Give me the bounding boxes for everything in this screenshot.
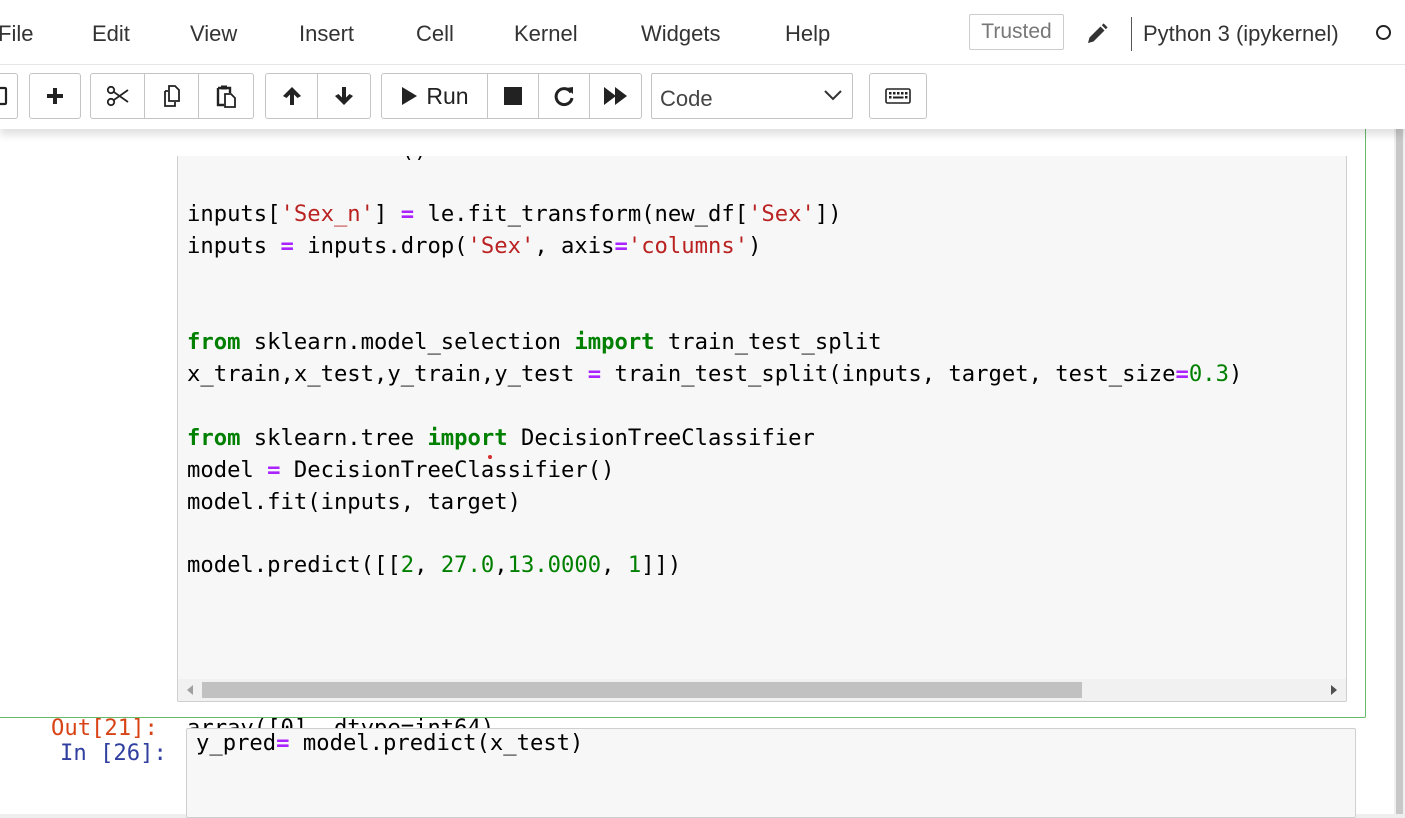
horizontal-scrollbar-thumb[interactable] (202, 682, 1082, 698)
run-button-label: Run (426, 82, 469, 109)
save-icon (0, 86, 7, 106)
code-line: model.fit(inputs, target) (187, 489, 521, 515)
code-line: () (187, 156, 428, 166)
horizontal-scrollbar[interactable] (178, 679, 1346, 701)
code-line: model = DecisionTreeClassifier() (187, 457, 615, 483)
command-palette-button[interactable] (869, 73, 927, 119)
code-line: x_train,x_test,y_train,y_test = train_te… (187, 361, 1243, 387)
menu-cell[interactable]: Cell (416, 21, 454, 47)
restart-icon (554, 87, 574, 107)
mouse-cursor-dot (488, 455, 492, 459)
code-line: y_pred= model.predict(x_test) (196, 730, 584, 756)
cell-input-area[interactable]: y_pred= model.predict(x_test) (186, 728, 1356, 818)
stop-icon (504, 87, 522, 105)
chevron-down-icon (824, 90, 842, 101)
cell-type-value: Code (660, 86, 713, 111)
vertical-scrollbar[interactable] (1394, 129, 1405, 814)
kernel-idle-circle-icon (1376, 25, 1391, 40)
play-icon (402, 87, 418, 105)
menu-file[interactable]: File (0, 21, 33, 47)
output-prompt: Out[21]: (51, 715, 158, 741)
cell-input-area[interactable]: () inputs['Sex_n'] = le.fit_transform(ne… (177, 156, 1347, 702)
move-down-button[interactable] (318, 73, 371, 119)
input-prompt: In [26]: (60, 740, 167, 766)
plus-icon (47, 88, 63, 104)
kernel-separator (1131, 17, 1132, 51)
fast-forward-icon (603, 87, 627, 105)
pencil-icon[interactable] (1085, 22, 1109, 46)
menu-view[interactable]: View (190, 21, 237, 47)
scroll-right-arrow-icon[interactable] (1330, 685, 1338, 695)
trusted-button[interactable]: Trusted (969, 14, 1064, 50)
kernel-name[interactable]: Python 3 (ipykernel) (1143, 21, 1339, 47)
code-line: model.predict([[2, 27.0,13.0000, 1]]) (187, 552, 682, 578)
run-button[interactable]: Run (381, 73, 488, 119)
menu-kernel[interactable]: Kernel (514, 21, 578, 47)
toolbar: Run Code (0, 65, 1405, 129)
copy-button[interactable] (145, 73, 199, 119)
menu-edit[interactable]: Edit (92, 21, 130, 47)
restart-kernel-button[interactable] (539, 73, 590, 119)
cut-button[interactable] (90, 73, 145, 119)
scissors-icon (106, 85, 129, 107)
interrupt-kernel-button[interactable] (488, 73, 539, 119)
menu-help[interactable]: Help (785, 21, 830, 47)
scroll-left-arrow-icon[interactable] (186, 685, 194, 695)
copy-icon (163, 85, 180, 107)
insert-cell-button[interactable] (29, 73, 81, 119)
menubar: File Edit View Insert Cell Kernel Widget… (0, 0, 1405, 65)
paste-icon (216, 85, 236, 108)
menu-insert[interactable]: Insert (299, 21, 354, 47)
cell-type-select[interactable]: Code (651, 73, 853, 119)
move-up-button[interactable] (265, 73, 318, 119)
restart-run-all-button[interactable] (590, 73, 642, 119)
code-line: inputs = inputs.drop('Sex', axis='column… (187, 233, 762, 259)
menu-widgets[interactable]: Widgets (641, 21, 720, 47)
paste-button[interactable] (199, 73, 254, 119)
arrow-down-icon (335, 87, 353, 105)
vertical-scrollbar-thumb[interactable] (1396, 129, 1403, 814)
code-cell-selected[interactable]: () inputs['Sex_n'] = le.fit_transform(ne… (0, 115, 1366, 741)
arrow-up-icon (282, 87, 301, 105)
code-line: from sklearn.model_selection import trai… (187, 329, 882, 355)
keyboard-icon (885, 88, 911, 104)
save-button[interactable] (0, 73, 18, 119)
code-line: from sklearn.tree import DecisionTreeCla… (187, 425, 815, 451)
code-line: inputs['Sex_n'] = le.fit_transform(new_d… (187, 201, 842, 227)
notebook-container: () inputs['Sex_n'] = le.fit_transform(ne… (0, 65, 1394, 818)
